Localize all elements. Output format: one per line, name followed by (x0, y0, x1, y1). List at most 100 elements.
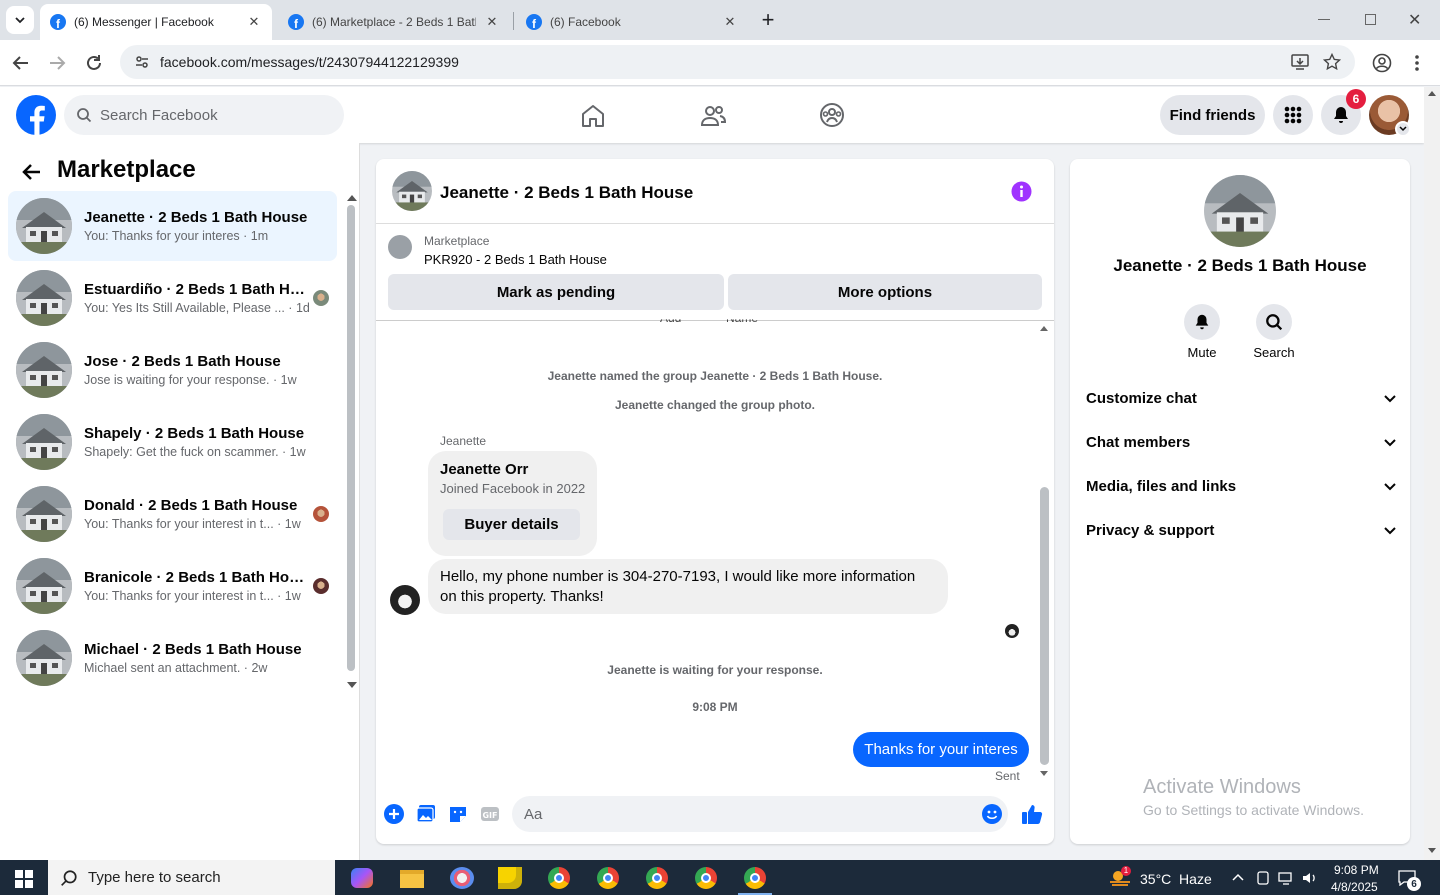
sidebar-scroll-up-icon[interactable] (347, 195, 357, 201)
photo-icon[interactable] (416, 804, 436, 824)
copilot-icon[interactable] (351, 868, 373, 888)
browser-menu-icon[interactable] (1414, 54, 1420, 72)
conversation-item[interactable]: Jose · 2 Beds 1 Bath House Jose is waitin… (8, 335, 337, 405)
buyer-details-button[interactable]: Buyer details (443, 509, 580, 540)
back-arrow-icon[interactable] (22, 162, 42, 182)
listing-title[interactable]: PKR920 - 2 Beds 1 Bath House (424, 252, 607, 267)
message-input[interactable]: Aa (512, 796, 1008, 832)
chrome-icon[interactable] (695, 867, 717, 889)
read-receipt-avatar (1005, 624, 1019, 638)
like-thumbs-up-icon[interactable] (1021, 803, 1043, 825)
chat-scrollbar[interactable] (1040, 487, 1049, 765)
tab-search-button[interactable] (6, 6, 34, 34)
outgoing-message-bubble[interactable]: Thanks for your interes (853, 732, 1029, 767)
close-tab-icon[interactable]: ✕ (722, 14, 738, 30)
browser-toolbar: facebook.com/messages/t/2430794412212939… (0, 40, 1440, 86)
close-tab-icon[interactable]: ✕ (484, 14, 500, 30)
page-scrollbar-track[interactable] (1424, 87, 1440, 860)
account-chevron-icon[interactable] (1395, 121, 1411, 137)
clock-date[interactable]: 4/8/2025 (1331, 880, 1378, 894)
tab-facebook[interactable]: f (6) Facebook ✕ (516, 4, 748, 40)
weather-text[interactable]: 35°C Haze (1140, 871, 1212, 887)
facebook-logo-icon[interactable] (16, 95, 56, 135)
chrome-icon[interactable] (646, 867, 668, 889)
taskbar-search-box[interactable]: Type here to search (48, 860, 335, 895)
emoji-icon[interactable] (982, 804, 1002, 824)
conversation-item[interactable]: Michael · 2 Beds 1 Bath House Michael sen… (8, 623, 337, 693)
conversation-name: Branicole · 2 Beds 1 Bath House (84, 569, 309, 586)
sidebar-scrollbar[interactable] (347, 205, 355, 671)
chrome-icon[interactable] (744, 867, 766, 889)
details-section-customize-chat[interactable]: Customize chat (1086, 390, 1396, 407)
sidebar-title: Marketplace (57, 156, 196, 183)
sticker-icon[interactable] (448, 804, 468, 824)
chrome-icon[interactable] (548, 867, 570, 889)
reload-icon[interactable] (85, 54, 103, 72)
page-scroll-down-icon[interactable] (1428, 848, 1436, 853)
profile-icon[interactable] (1372, 53, 1392, 73)
tab-messenger[interactable]: f (6) Messenger | Facebook ✕ (40, 4, 272, 40)
conversation-item[interactable]: Branicole · 2 Beds 1 Bath House You: Than… (8, 551, 337, 621)
chevron-down-icon (14, 14, 26, 26)
sender-avatar[interactable] (390, 585, 420, 615)
find-friends-button[interactable]: Find friends (1160, 95, 1265, 135)
friends-icon[interactable] (700, 103, 726, 129)
conversation-item[interactable]: Jeanette · 2 Beds 1 Bath House You: Thank… (8, 191, 337, 261)
listing-thumbnail[interactable] (388, 235, 412, 259)
chat-title[interactable]: Jeanette · 2 Beds 1 Bath House (440, 183, 693, 203)
conversation-item[interactable]: Shapely · 2 Beds 1 Bath House Shapely: Ge… (8, 407, 337, 477)
chat-header-avatar[interactable] (392, 171, 432, 211)
groups-icon[interactable] (819, 102, 845, 128)
snipping-tool-icon[interactable] (450, 867, 474, 889)
volume-icon[interactable] (1302, 871, 1318, 885)
conversation-item[interactable]: Donald · 2 Beds 1 Bath House You: Thanks … (8, 479, 337, 549)
group-photo[interactable] (1204, 175, 1276, 247)
info-icon[interactable] (1011, 181, 1032, 202)
mute-button[interactable] (1184, 304, 1220, 340)
chevron-down-icon (1384, 482, 1396, 491)
mark-as-pending-button[interactable]: Mark as pending (388, 274, 724, 310)
conversation-name: Estuardiño · 2 Beds 1 Bath Ho... (84, 281, 309, 298)
details-section-privacy-support[interactable]: Privacy & support (1086, 522, 1396, 539)
more-options-button[interactable]: More options (728, 274, 1042, 310)
windows-start-icon[interactable] (15, 870, 33, 888)
close-tab-icon[interactable]: ✕ (246, 14, 262, 30)
details-section-media-files-and-links[interactable]: Media, files and links (1086, 478, 1396, 495)
network-icon[interactable] (1278, 871, 1294, 885)
section-label: Privacy & support (1086, 522, 1215, 539)
sidebar-scroll-down-icon[interactable] (347, 682, 357, 688)
minimize-button[interactable] (1318, 19, 1330, 20)
meet-icon[interactable] (1256, 871, 1270, 885)
menu-grid-button[interactable] (1273, 95, 1313, 135)
clock-time[interactable]: 9:08 PM (1334, 863, 1379, 877)
page-scroll-up-icon[interactable] (1428, 91, 1436, 96)
gif-icon[interactable]: GIF (480, 804, 500, 824)
facebook-search-bar[interactable]: Search Facebook (64, 95, 344, 135)
close-window-button[interactable]: ✕ (1408, 10, 1421, 30)
chevron-up-icon[interactable] (1232, 873, 1244, 881)
sticky-notes-icon[interactable] (498, 867, 522, 889)
new-tab-button[interactable]: + (758, 6, 778, 34)
search-conversation-button[interactable] (1256, 304, 1292, 340)
restore-button[interactable] (1365, 14, 1376, 25)
chat-scroll-up-icon[interactable] (1040, 326, 1048, 331)
bookmark-star-icon[interactable] (1323, 53, 1341, 71)
site-settings-icon[interactable] (134, 54, 150, 70)
incoming-message-bubble[interactable]: Hello, my phone number is 304-270-7193, … (428, 559, 948, 614)
chrome-icon[interactable] (597, 867, 619, 889)
forward-arrow-icon[interactable] (48, 54, 66, 72)
home-icon[interactable] (580, 103, 606, 129)
search-icon (76, 107, 92, 123)
address-bar[interactable]: facebook.com/messages/t/2430794412212939… (120, 45, 1355, 79)
back-arrow-icon[interactable] (12, 54, 30, 72)
chat-scroll-down-icon[interactable] (1040, 771, 1048, 776)
conversation-item[interactable]: Estuardiño · 2 Beds 1 Bath Ho... You: Yes… (8, 263, 337, 333)
conversation-preview: Jose is waiting for your response. · 1w (84, 373, 297, 387)
details-title: Jeanette · 2 Beds 1 Bath House (1113, 256, 1367, 275)
file-explorer-icon[interactable] (400, 870, 424, 888)
install-app-icon[interactable] (1291, 53, 1309, 71)
add-attachment-icon[interactable] (384, 804, 404, 824)
conversation-preview: You: Thanks for your interes · 1m (84, 229, 269, 243)
tab-marketplace[interactable]: f (6) Marketplace - 2 Beds 1 Bath ✕ (278, 4, 510, 40)
details-section-chat-members[interactable]: Chat members (1086, 434, 1396, 451)
